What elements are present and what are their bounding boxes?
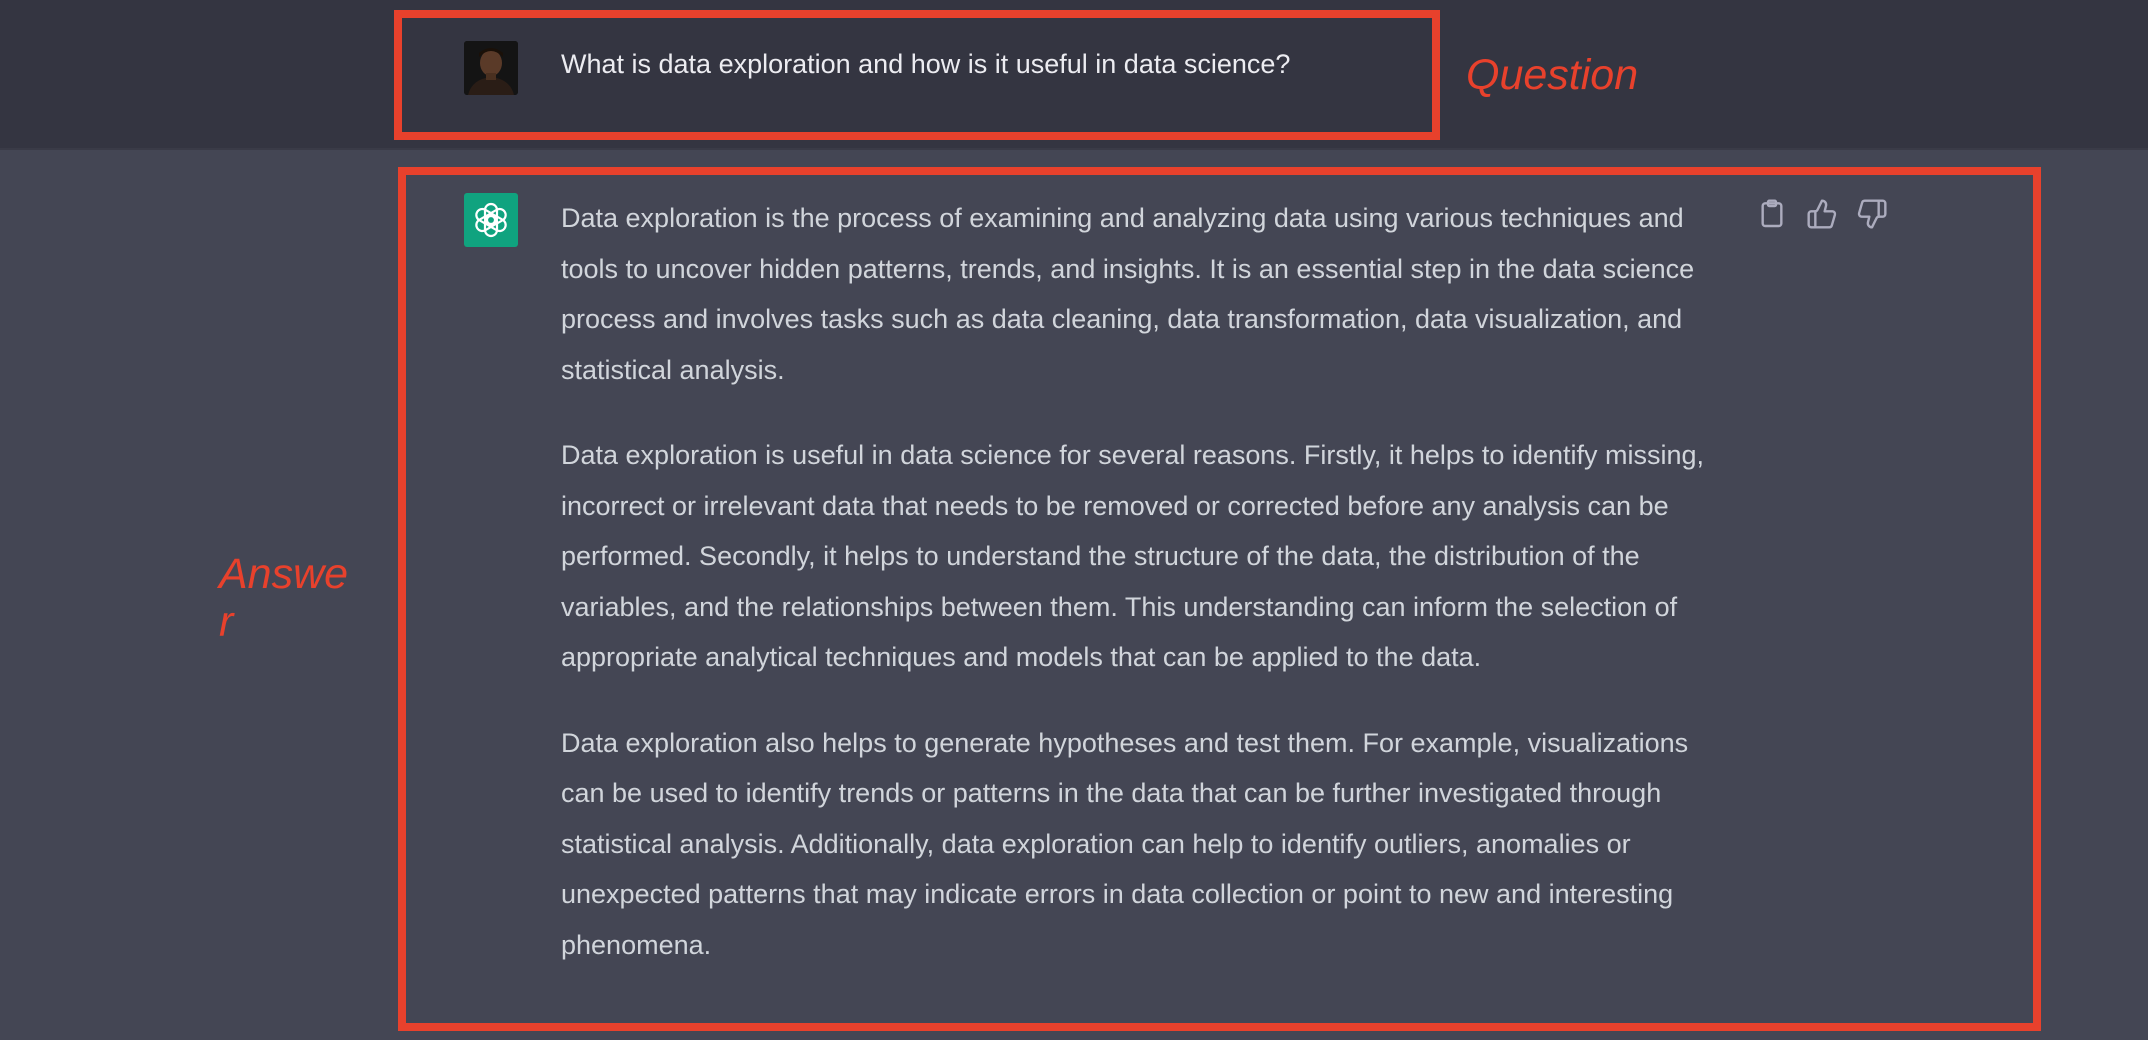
answer-paragraph: Data exploration is the process of exami… [561, 203, 1695, 385]
answer-annotation-line1: Answe [219, 550, 349, 598]
clipboard-icon[interactable] [1756, 198, 1788, 230]
answer-annotation-label: Answe r [219, 550, 348, 646]
thumbs-up-icon[interactable] [1806, 198, 1838, 230]
user-photo-icon [464, 41, 518, 95]
answer-paragraph: Data exploration also helps to generate … [561, 727, 1689, 960]
answer-text: Data exploration is the process of exami… [561, 193, 1721, 1005]
thumbs-down-icon[interactable] [1856, 198, 1888, 230]
answer-annotation-line2: r [219, 598, 234, 646]
answer-paragraph: Data exploration is useful in data scien… [561, 440, 1705, 672]
assistant-avatar [464, 193, 518, 247]
openai-logo-icon [475, 202, 507, 238]
chat-page: What is data exploration and how is it u… [0, 0, 2148, 1040]
user-avatar [464, 41, 518, 95]
question-text: What is data exploration and how is it u… [561, 49, 1291, 79]
question-annotation-label: Question [1466, 51, 1639, 99]
message-actions [1756, 198, 1888, 230]
